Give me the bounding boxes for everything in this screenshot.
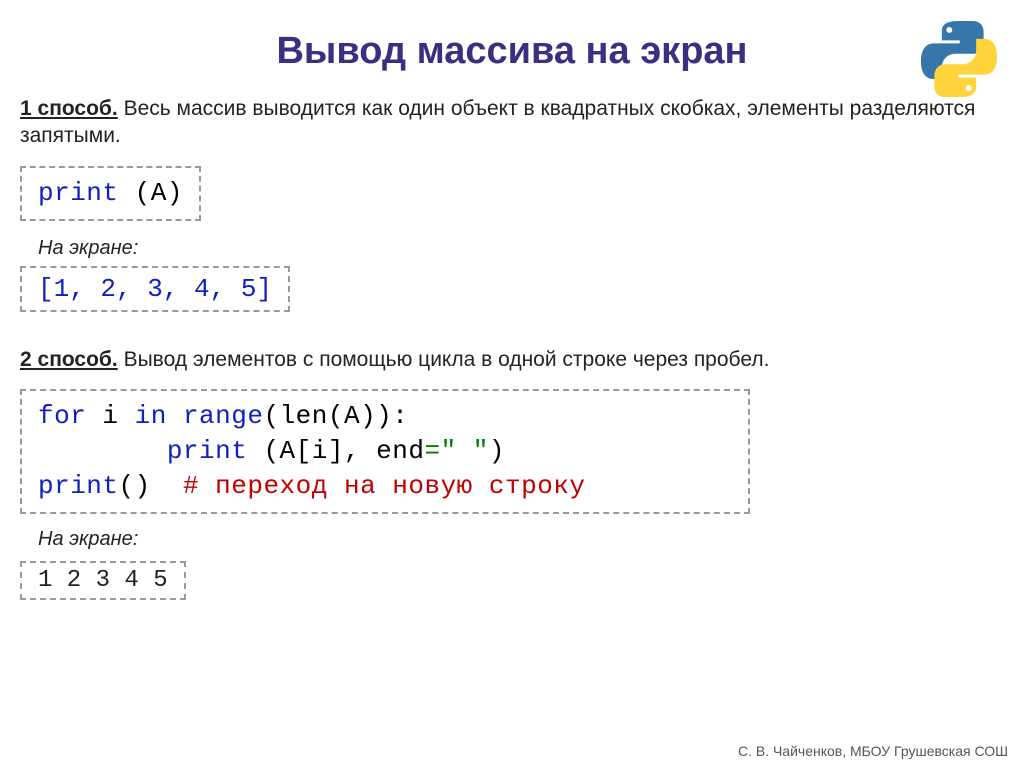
method1-code: print (A) — [20, 166, 201, 221]
python-logo-icon — [918, 18, 1000, 100]
method2-output: 1 2 3 4 5 — [20, 561, 186, 600]
method2-text: Вывод элементов с помощью цикла в одной … — [118, 348, 770, 371]
method1-screen-label: На экране: — [38, 237, 1004, 260]
slide-footer: С. В. Чайченков, МБОУ Грушевская СОШ — [738, 743, 1008, 759]
method1-output: [1, 2, 3, 4, 5] — [20, 266, 290, 312]
slide-title: Вывод массива на экран — [140, 30, 884, 73]
method2-description: 2 способ. Вывод элементов с помощью цикл… — [20, 346, 1004, 373]
method1-label: 1 способ. — [20, 97, 118, 120]
method1-description: 1 способ. Весь массив выводится как один… — [20, 95, 1004, 150]
method2-label: 2 способ. — [20, 348, 118, 371]
method2-screen-label: На экране: — [38, 528, 1004, 551]
method2-code: for i in range(len(A)): print (A[i], end… — [20, 389, 750, 514]
method1-text: Весь массив выводится как один объект в … — [20, 97, 975, 147]
